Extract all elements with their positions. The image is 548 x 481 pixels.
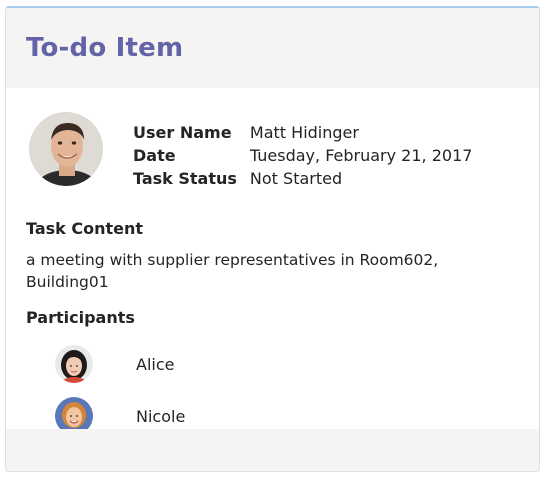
task-content-text: a meeting with supplier representatives … bbox=[26, 251, 439, 291]
participant-name: Nicole bbox=[136, 406, 186, 426]
alice-avatar-icon bbox=[55, 345, 93, 383]
user-profile: User Name Matt Hidinger Date Tuesday, Fe… bbox=[26, 112, 519, 190]
fact-set: User Name Matt Hidinger Date Tuesday, Fe… bbox=[133, 121, 472, 190]
participant-item: Alice bbox=[26, 338, 519, 390]
participants-label: Participants bbox=[26, 308, 135, 327]
todo-card: To-do Item User Name Matt Hidinger Date … bbox=[5, 6, 540, 472]
card-title: To-do Item bbox=[26, 33, 184, 63]
task-content-label: Task Content bbox=[26, 219, 144, 238]
fact-value-user-name: Matt Hidinger bbox=[249, 123, 359, 142]
participants-list: Alice Nicole bbox=[26, 338, 519, 442]
card-body: User Name Matt Hidinger Date Tuesday, Fe… bbox=[6, 112, 539, 442]
fact-key-date: Date bbox=[133, 146, 176, 165]
participant-name: Alice bbox=[136, 354, 175, 374]
fact-key-user-name: User Name bbox=[133, 123, 232, 142]
user-avatar-icon bbox=[29, 112, 103, 186]
fact-key-task-status: Task Status bbox=[133, 169, 237, 188]
card-header: To-do Item bbox=[6, 8, 539, 88]
card-footer bbox=[6, 429, 539, 471]
fact-value-task-status: Not Started bbox=[249, 169, 343, 188]
fact-value-date: Tuesday, February 21, 2017 bbox=[249, 146, 473, 165]
